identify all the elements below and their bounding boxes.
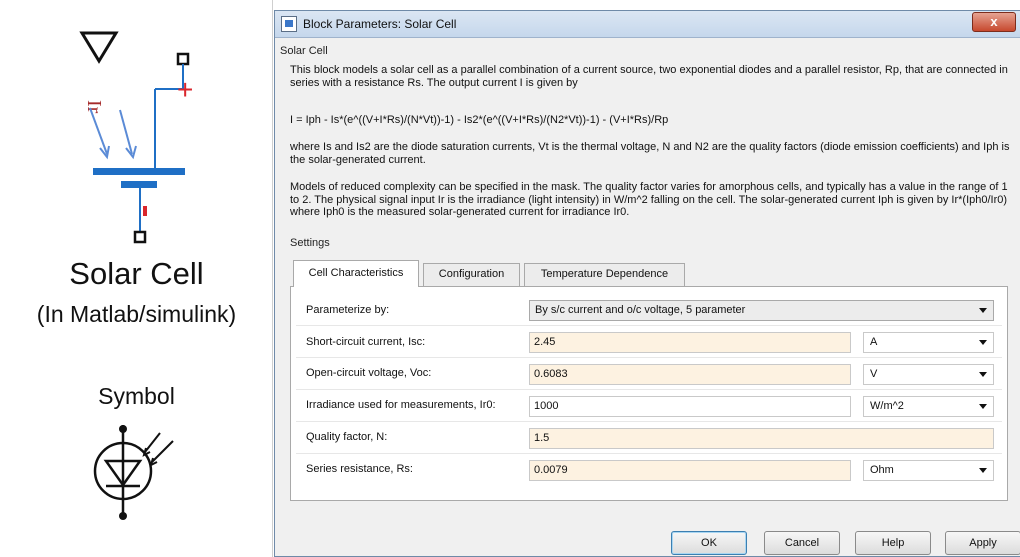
ir0-unit-value: W/m^2 bbox=[870, 400, 904, 412]
title-bar[interactable]: Block Parameters: Solar Cell x bbox=[275, 11, 1020, 38]
light-ray bbox=[119, 109, 133, 155]
solar-cell-illustration: Ir + Solar Cell (In Matlab/simulink) Sym… bbox=[0, 0, 273, 557]
quality-factor-field[interactable]: 1.5 bbox=[529, 428, 994, 449]
help-button[interactable]: Help bbox=[855, 531, 931, 555]
series-resistance-unit-value: Ohm bbox=[870, 464, 894, 476]
close-button[interactable]: x bbox=[972, 12, 1016, 32]
isc-unit-dropdown[interactable]: A bbox=[863, 332, 994, 353]
tab-temperature-dependence[interactable]: Temperature Dependence bbox=[524, 263, 685, 286]
isc-unit-value: A bbox=[870, 336, 878, 348]
ir0-unit-dropdown[interactable]: W/m^2 bbox=[863, 396, 994, 417]
parameterize-value: By s/c current and o/c voltage, 5 parame… bbox=[535, 304, 746, 316]
row-divider bbox=[296, 325, 1002, 326]
block-title: Solar Cell bbox=[69, 256, 204, 291]
chevron-down-icon bbox=[979, 340, 987, 345]
description-paragraph: Models of reduced complexity can be spec… bbox=[290, 181, 1008, 218]
ir0-label: Irradiance used for measurements, Ir0: bbox=[306, 399, 496, 411]
description-heading: Solar Cell bbox=[280, 45, 328, 57]
parameterize-label: Parameterize by: bbox=[306, 304, 390, 316]
tab-panel-cell-characteristics: Parameterize by: By s/c current and o/c … bbox=[290, 286, 1008, 501]
block-parameters-dialog: Block Parameters: Solar Cell x Solar Cel… bbox=[274, 10, 1020, 557]
voc-unit-value: V bbox=[870, 368, 878, 380]
row-divider bbox=[296, 357, 1002, 358]
voc-unit-dropdown[interactable]: V bbox=[863, 364, 994, 385]
chevron-down-icon bbox=[979, 372, 987, 377]
cell-plate-long bbox=[93, 168, 185, 175]
tab-configuration[interactable]: Configuration bbox=[423, 263, 520, 286]
description-paragraph: This block models a solar cell as a para… bbox=[290, 64, 1008, 89]
ir-label: Ir bbox=[83, 100, 105, 114]
series-resistance-unit-dropdown[interactable]: Ohm bbox=[863, 460, 994, 481]
window-title: Block Parameters: Solar Cell bbox=[303, 17, 457, 31]
simulink-app-icon bbox=[281, 16, 297, 32]
tab-cell-characteristics[interactable]: Cell Characteristics bbox=[293, 260, 419, 287]
voc-field[interactable]: 0.6083 bbox=[529, 364, 851, 385]
light-ray bbox=[89, 107, 108, 155]
row-divider bbox=[296, 453, 1002, 454]
description-equation: I = Iph - Is*(e^((V+I*Rs)/(N*Vt))-1) - I… bbox=[290, 114, 669, 126]
chevron-down-icon bbox=[979, 404, 987, 409]
negative-terminal-port bbox=[133, 230, 147, 244]
isc-field[interactable]: 2.45 bbox=[529, 332, 851, 353]
isc-label: Short-circuit current, Isc: bbox=[306, 336, 426, 348]
plus-label: + bbox=[177, 74, 193, 105]
voc-label: Open-circuit voltage, Voc: bbox=[306, 367, 432, 379]
minus-mark bbox=[143, 206, 147, 216]
chevron-down-icon bbox=[979, 308, 987, 313]
series-resistance-field[interactable]: 0.0079 bbox=[529, 460, 851, 481]
chevron-down-icon bbox=[979, 468, 987, 473]
block-subtitle: (In Matlab/simulink) bbox=[36, 301, 237, 327]
irradiance-port-icon bbox=[79, 31, 119, 64]
row-divider bbox=[296, 421, 1002, 422]
description-paragraph: where Is and Is2 are the diode saturatio… bbox=[290, 141, 1010, 166]
row-divider bbox=[296, 389, 1002, 390]
ok-button[interactable]: OK bbox=[671, 531, 747, 555]
series-resistance-label: Series resistance, Rs: bbox=[306, 463, 413, 475]
cell-plate-short bbox=[121, 181, 157, 188]
ir0-field[interactable]: 1000 bbox=[529, 396, 851, 417]
photodiode-symbol-icon bbox=[93, 425, 174, 520]
quality-factor-label: Quality factor, N: bbox=[306, 431, 388, 443]
parameterize-dropdown[interactable]: By s/c current and o/c voltage, 5 parame… bbox=[529, 300, 994, 321]
apply-button[interactable]: Apply bbox=[945, 531, 1020, 555]
symbol-label: Symbol bbox=[98, 383, 175, 409]
cancel-button[interactable]: Cancel bbox=[764, 531, 840, 555]
positive-terminal-port bbox=[176, 52, 190, 66]
settings-heading: Settings bbox=[290, 237, 330, 249]
